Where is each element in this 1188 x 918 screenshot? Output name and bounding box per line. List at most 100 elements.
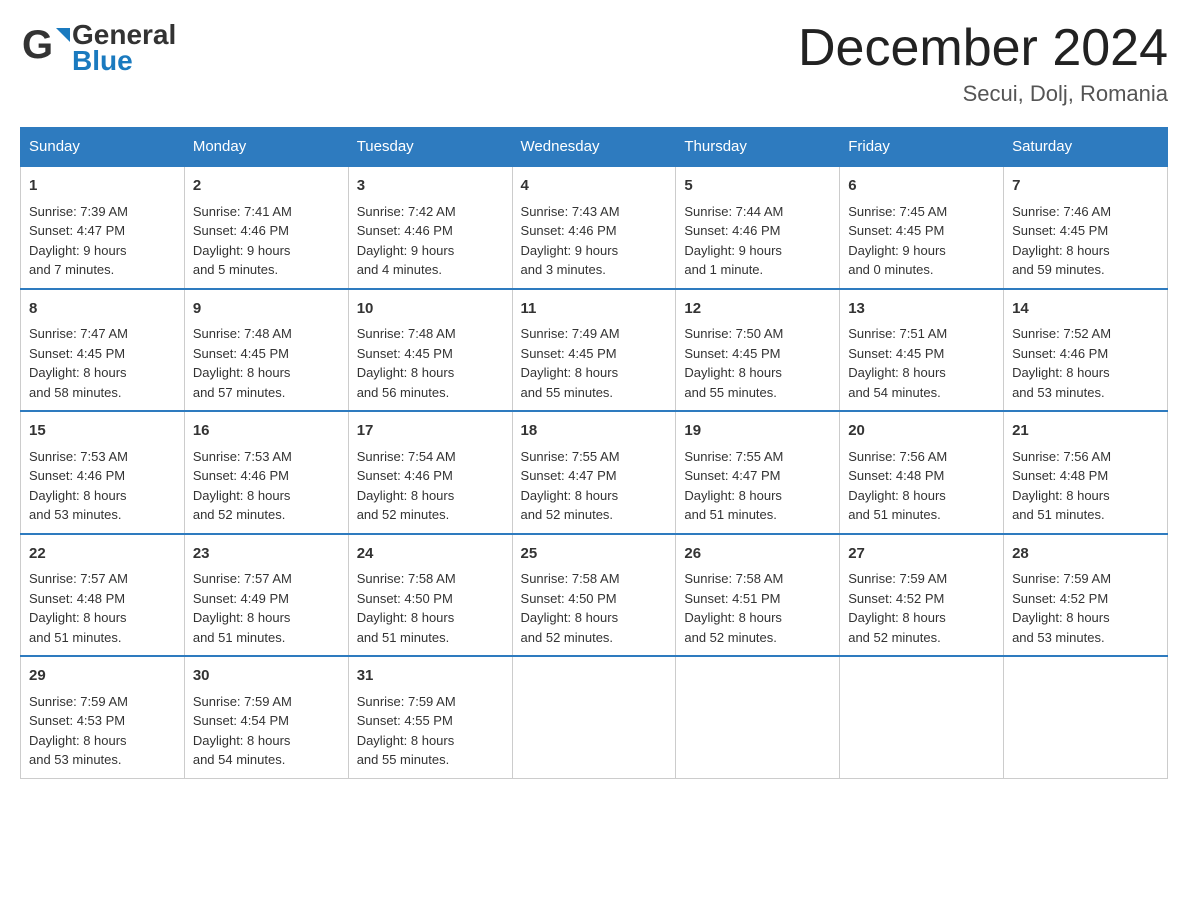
day-header-tuesday: Tuesday bbox=[348, 128, 512, 167]
sunrise-text: Sunrise: 7:58 AM bbox=[357, 571, 456, 586]
sunrise-text: Sunrise: 7:42 AM bbox=[357, 204, 456, 219]
sunrise-text: Sunrise: 7:53 AM bbox=[193, 449, 292, 464]
sunset-text: Sunset: 4:51 PM bbox=[684, 591, 780, 606]
day-number: 8 bbox=[29, 298, 176, 321]
calendar-cell: 27 Sunrise: 7:59 AM Sunset: 4:52 PM Dayl… bbox=[840, 534, 1004, 657]
daylight-text: Daylight: 8 hours bbox=[193, 365, 291, 380]
day-header-saturday: Saturday bbox=[1004, 128, 1168, 167]
daylight-minutes: and 51 minutes. bbox=[684, 507, 777, 522]
sunrise-text: Sunrise: 7:59 AM bbox=[848, 571, 947, 586]
sunrise-text: Sunrise: 7:46 AM bbox=[1012, 204, 1111, 219]
sunrise-text: Sunrise: 7:44 AM bbox=[684, 204, 783, 219]
day-number: 12 bbox=[684, 298, 831, 321]
sunrise-text: Sunrise: 7:50 AM bbox=[684, 326, 783, 341]
sunrise-text: Sunrise: 7:57 AM bbox=[193, 571, 292, 586]
sunrise-text: Sunrise: 7:55 AM bbox=[521, 449, 620, 464]
daylight-text: Daylight: 9 hours bbox=[193, 243, 291, 258]
calendar-cell: 2 Sunrise: 7:41 AM Sunset: 4:46 PM Dayli… bbox=[184, 166, 348, 289]
svg-text:G: G bbox=[22, 23, 53, 67]
day-number: 19 bbox=[684, 420, 831, 443]
day-number: 22 bbox=[29, 543, 176, 566]
calendar-cell: 8 Sunrise: 7:47 AM Sunset: 4:45 PM Dayli… bbox=[21, 289, 185, 412]
day-number: 30 bbox=[193, 665, 340, 688]
daylight-minutes: and 52 minutes. bbox=[521, 630, 614, 645]
daylight-text: Daylight: 9 hours bbox=[684, 243, 782, 258]
calendar-cell: 19 Sunrise: 7:55 AM Sunset: 4:47 PM Dayl… bbox=[676, 411, 840, 534]
daylight-minutes: and 52 minutes. bbox=[357, 507, 450, 522]
day-number: 5 bbox=[684, 175, 831, 198]
daylight-text: Daylight: 8 hours bbox=[848, 610, 946, 625]
sunset-text: Sunset: 4:45 PM bbox=[1012, 223, 1108, 238]
calendar-cell: 28 Sunrise: 7:59 AM Sunset: 4:52 PM Dayl… bbox=[1004, 534, 1168, 657]
sunset-text: Sunset: 4:49 PM bbox=[193, 591, 289, 606]
sunset-text: Sunset: 4:46 PM bbox=[193, 223, 289, 238]
day-number: 9 bbox=[193, 298, 340, 321]
sunrise-text: Sunrise: 7:58 AM bbox=[684, 571, 783, 586]
calendar-cell: 10 Sunrise: 7:48 AM Sunset: 4:45 PM Dayl… bbox=[348, 289, 512, 412]
sunrise-text: Sunrise: 7:57 AM bbox=[29, 571, 128, 586]
day-number: 29 bbox=[29, 665, 176, 688]
sunset-text: Sunset: 4:52 PM bbox=[848, 591, 944, 606]
sunrise-text: Sunrise: 7:59 AM bbox=[29, 694, 128, 709]
daylight-minutes: and 51 minutes. bbox=[357, 630, 450, 645]
sunrise-text: Sunrise: 7:41 AM bbox=[193, 204, 292, 219]
sunset-text: Sunset: 4:46 PM bbox=[357, 223, 453, 238]
calendar-cell: 30 Sunrise: 7:59 AM Sunset: 4:54 PM Dayl… bbox=[184, 656, 348, 778]
calendar-week-row: 8 Sunrise: 7:47 AM Sunset: 4:45 PM Dayli… bbox=[21, 289, 1168, 412]
calendar-cell: 24 Sunrise: 7:58 AM Sunset: 4:50 PM Dayl… bbox=[348, 534, 512, 657]
calendar-cell bbox=[840, 656, 1004, 778]
sunset-text: Sunset: 4:46 PM bbox=[1012, 346, 1108, 361]
sunset-text: Sunset: 4:45 PM bbox=[357, 346, 453, 361]
sunset-text: Sunset: 4:50 PM bbox=[357, 591, 453, 606]
daylight-text: Daylight: 8 hours bbox=[684, 365, 782, 380]
sunrise-text: Sunrise: 7:49 AM bbox=[521, 326, 620, 341]
day-header-thursday: Thursday bbox=[676, 128, 840, 167]
calendar-cell: 23 Sunrise: 7:57 AM Sunset: 4:49 PM Dayl… bbox=[184, 534, 348, 657]
daylight-minutes: and 55 minutes. bbox=[684, 385, 777, 400]
daylight-text: Daylight: 8 hours bbox=[29, 365, 127, 380]
daylight-minutes: and 7 minutes. bbox=[29, 262, 114, 277]
day-number: 20 bbox=[848, 420, 995, 443]
calendar-week-row: 15 Sunrise: 7:53 AM Sunset: 4:46 PM Dayl… bbox=[21, 411, 1168, 534]
day-number: 3 bbox=[357, 175, 504, 198]
calendar-cell: 7 Sunrise: 7:46 AM Sunset: 4:45 PM Dayli… bbox=[1004, 166, 1168, 289]
daylight-text: Daylight: 8 hours bbox=[521, 610, 619, 625]
calendar-cell: 11 Sunrise: 7:49 AM Sunset: 4:45 PM Dayl… bbox=[512, 289, 676, 412]
sunset-text: Sunset: 4:52 PM bbox=[1012, 591, 1108, 606]
sunset-text: Sunset: 4:46 PM bbox=[684, 223, 780, 238]
daylight-text: Daylight: 8 hours bbox=[684, 488, 782, 503]
calendar-cell: 6 Sunrise: 7:45 AM Sunset: 4:45 PM Dayli… bbox=[840, 166, 1004, 289]
sunrise-text: Sunrise: 7:48 AM bbox=[193, 326, 292, 341]
daylight-minutes: and 51 minutes. bbox=[848, 507, 941, 522]
sunset-text: Sunset: 4:50 PM bbox=[521, 591, 617, 606]
daylight-text: Daylight: 8 hours bbox=[357, 365, 455, 380]
daylight-minutes: and 58 minutes. bbox=[29, 385, 122, 400]
daylight-text: Daylight: 9 hours bbox=[848, 243, 946, 258]
calendar-cell: 16 Sunrise: 7:53 AM Sunset: 4:46 PM Dayl… bbox=[184, 411, 348, 534]
calendar-header-row: SundayMondayTuesdayWednesdayThursdayFrid… bbox=[21, 128, 1168, 167]
day-number: 31 bbox=[357, 665, 504, 688]
calendar-cell: 26 Sunrise: 7:58 AM Sunset: 4:51 PM Dayl… bbox=[676, 534, 840, 657]
sunset-text: Sunset: 4:47 PM bbox=[684, 468, 780, 483]
daylight-minutes: and 0 minutes. bbox=[848, 262, 933, 277]
daylight-minutes: and 53 minutes. bbox=[1012, 630, 1105, 645]
sunset-text: Sunset: 4:46 PM bbox=[193, 468, 289, 483]
calendar-table: SundayMondayTuesdayWednesdayThursdayFrid… bbox=[20, 127, 1168, 779]
sunset-text: Sunset: 4:45 PM bbox=[684, 346, 780, 361]
daylight-minutes: and 1 minute. bbox=[684, 262, 763, 277]
calendar-cell: 12 Sunrise: 7:50 AM Sunset: 4:45 PM Dayl… bbox=[676, 289, 840, 412]
title-area: December 2024 Secui, Dolj, Romania bbox=[798, 20, 1168, 107]
daylight-minutes: and 52 minutes. bbox=[193, 507, 286, 522]
calendar-cell: 5 Sunrise: 7:44 AM Sunset: 4:46 PM Dayli… bbox=[676, 166, 840, 289]
daylight-minutes: and 52 minutes. bbox=[848, 630, 941, 645]
daylight-minutes: and 53 minutes. bbox=[29, 752, 122, 767]
daylight-minutes: and 3 minutes. bbox=[521, 262, 606, 277]
calendar-cell: 21 Sunrise: 7:56 AM Sunset: 4:48 PM Dayl… bbox=[1004, 411, 1168, 534]
daylight-text: Daylight: 8 hours bbox=[29, 488, 127, 503]
day-number: 4 bbox=[521, 175, 668, 198]
day-number: 14 bbox=[1012, 298, 1159, 321]
daylight-minutes: and 4 minutes. bbox=[357, 262, 442, 277]
calendar-week-row: 1 Sunrise: 7:39 AM Sunset: 4:47 PM Dayli… bbox=[21, 166, 1168, 289]
logo-icon: G bbox=[20, 20, 72, 76]
daylight-minutes: and 59 minutes. bbox=[1012, 262, 1105, 277]
